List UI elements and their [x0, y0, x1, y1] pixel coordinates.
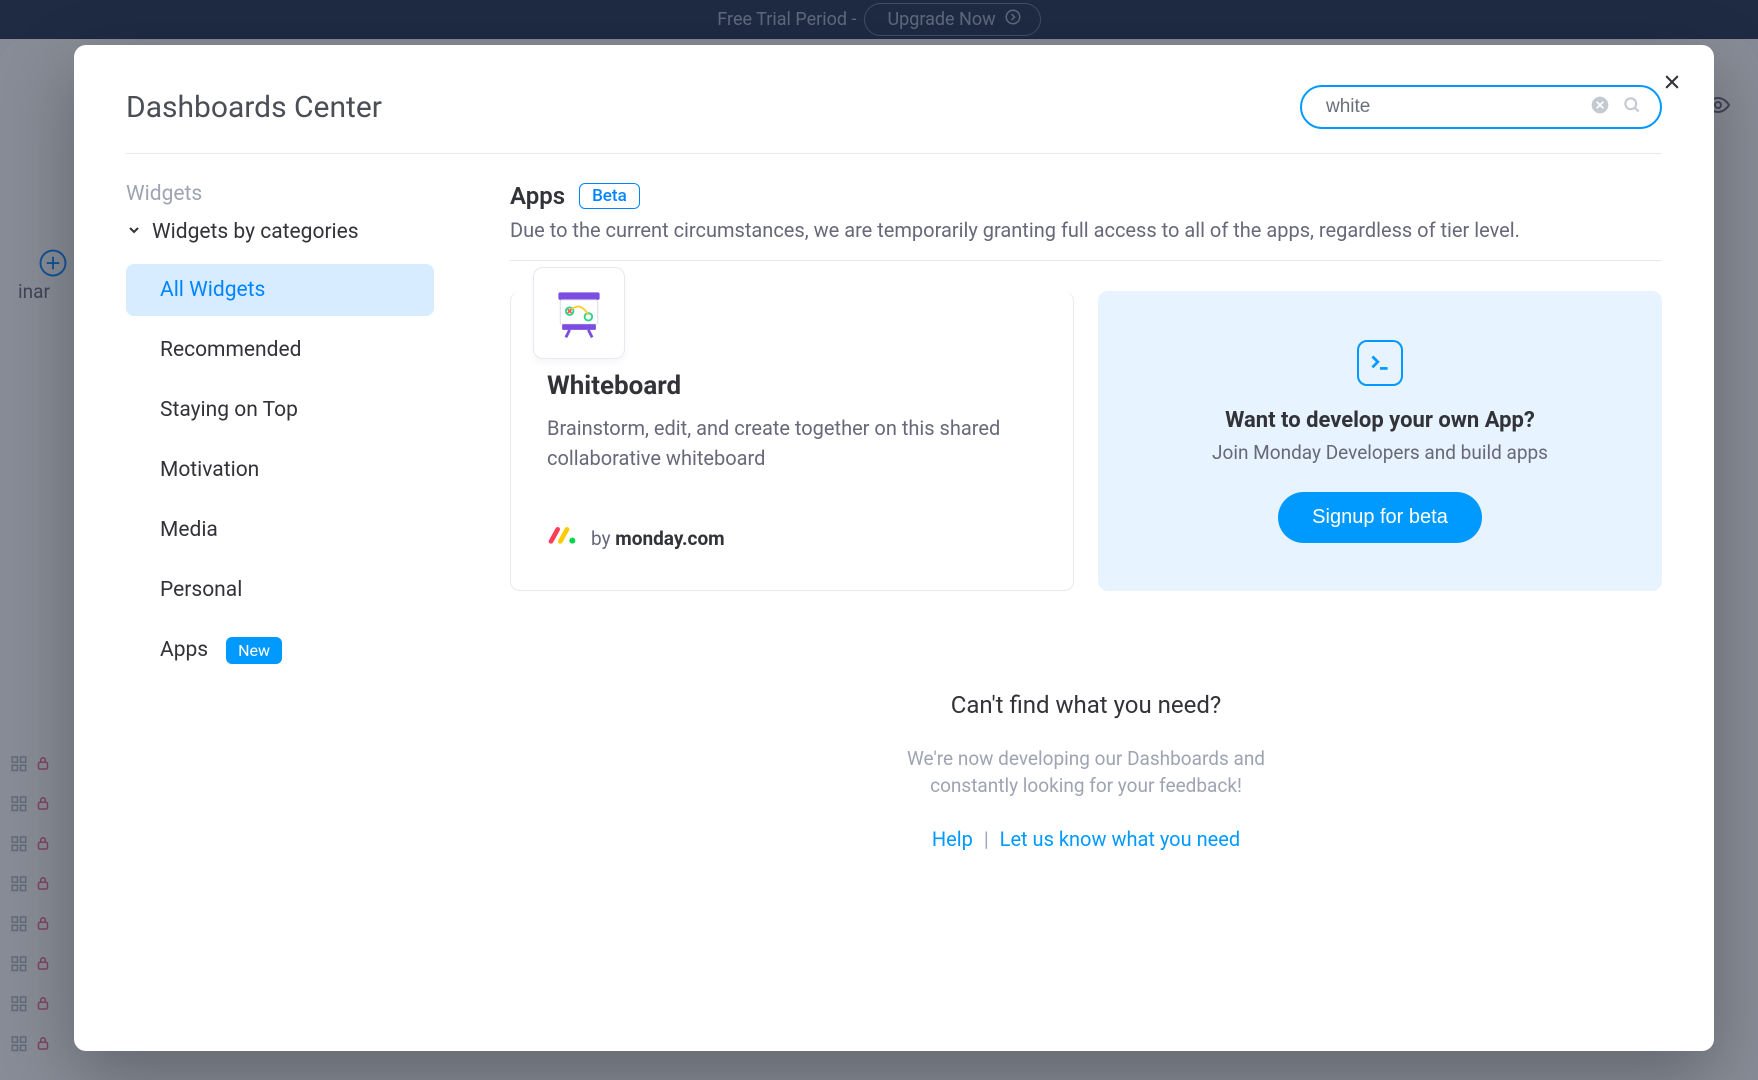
beta-badge: Beta: [579, 183, 640, 209]
app-by-line: by monday.com: [547, 525, 1037, 552]
sidebar-subheading-label: Widgets by categories: [152, 220, 359, 244]
footer-heading: Can't find what you need?: [510, 691, 1662, 719]
sidebar-item-label: Media: [160, 518, 218, 542]
cards-row: Whiteboard Brainstorm, edit, and create …: [510, 291, 1662, 591]
by-prefix: by: [591, 527, 615, 550]
sidebar-item-label: Staying on Top: [160, 398, 298, 422]
close-button[interactable]: [1656, 66, 1688, 101]
modal-title: Dashboards Center: [126, 90, 382, 125]
app-description: Brainstorm, edit, and create together on…: [547, 413, 1037, 473]
whiteboard-icon: [533, 267, 625, 359]
section-title: Apps Beta: [510, 182, 1662, 210]
sidebar-item-personal[interactable]: Personal: [126, 564, 434, 616]
monday-logo-icon: [547, 525, 579, 552]
dashboards-center-modal: Dashboards Center Widgets Widgets by cat…: [74, 45, 1714, 1051]
close-icon: [1662, 80, 1682, 95]
search-input[interactable]: [1324, 95, 1576, 119]
app-title: Whiteboard: [547, 371, 1037, 401]
by-brand: monday.com: [615, 527, 724, 550]
help-link[interactable]: Help: [932, 827, 973, 851]
footer-line2: constantly looking for your feedback!: [510, 774, 1662, 797]
dev-card-title: Want to develop your own App?: [1225, 408, 1535, 433]
sidebar-heading: Widgets: [126, 182, 434, 206]
sidebar-item-all-widgets[interactable]: All Widgets: [126, 264, 434, 316]
sidebar-item-label: All Widgets: [160, 278, 265, 302]
sidebar-categories-toggle[interactable]: Widgets by categories: [126, 220, 434, 244]
footer-line1: We're now developing our Dashboards and: [510, 747, 1662, 770]
sidebar-item-label: Personal: [160, 578, 242, 602]
divider: [510, 260, 1662, 261]
search-icon: [1622, 95, 1642, 119]
clear-search-icon[interactable]: [1590, 95, 1610, 119]
feedback-link[interactable]: Let us know what you need: [1000, 827, 1240, 851]
terminal-icon: [1357, 340, 1403, 386]
search-input-wrap[interactable]: [1300, 85, 1662, 129]
sidebar-item-media[interactable]: Media: [126, 504, 434, 556]
dev-card-subtitle: Join Monday Developers and build apps: [1212, 441, 1548, 464]
sidebar: Widgets Widgets by categories All Widget…: [126, 182, 434, 1019]
section-title-label: Apps: [510, 182, 565, 210]
chevron-down-icon: [126, 220, 142, 244]
sidebar-item-motivation[interactable]: Motivation: [126, 444, 434, 496]
sidebar-item-recommended[interactable]: Recommended: [126, 324, 434, 376]
developer-cta-card: Want to develop your own App? Join Monda…: [1098, 291, 1662, 591]
sidebar-item-label: Recommended: [160, 338, 301, 362]
new-badge: New: [226, 637, 282, 664]
sidebar-item-staying-on-top[interactable]: Staying on Top: [126, 384, 434, 436]
footer-links: Help | Let us know what you need: [510, 827, 1662, 851]
content: Apps Beta Due to the current circumstanc…: [510, 182, 1662, 1019]
sidebar-list: All Widgets Recommended Staying on Top M…: [126, 264, 434, 676]
sidebar-item-label: Motivation: [160, 458, 259, 482]
sidebar-item-apps[interactable]: Apps New: [126, 624, 434, 676]
app-card-whiteboard[interactable]: Whiteboard Brainstorm, edit, and create …: [510, 291, 1074, 591]
footer-sep: |: [984, 827, 989, 851]
modal-header: Dashboards Center: [126, 85, 1662, 154]
signup-beta-button[interactable]: Signup for beta: [1278, 492, 1482, 543]
footer-block: Can't find what you need? We're now deve…: [510, 691, 1662, 851]
sidebar-item-label: Apps: [160, 638, 208, 662]
section-subtitle: Due to the current circumstances, we are…: [510, 218, 1662, 242]
